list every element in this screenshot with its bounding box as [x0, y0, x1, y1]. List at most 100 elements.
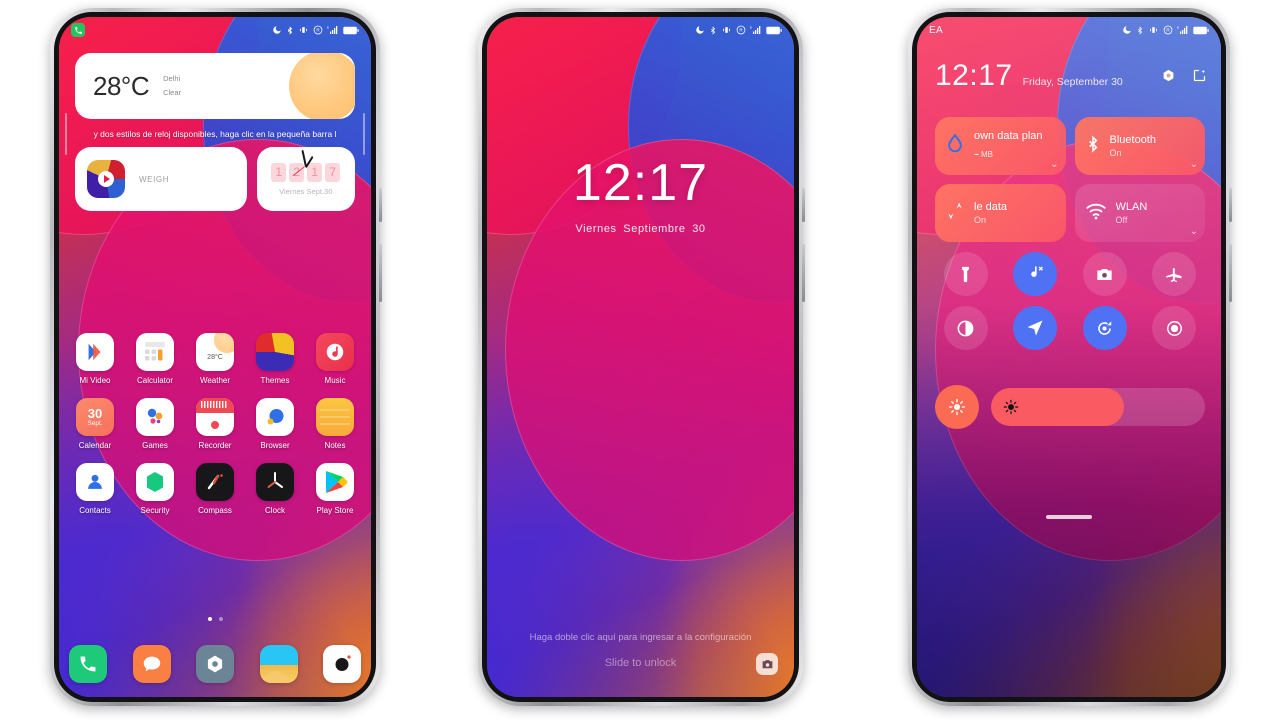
app-label: Mi Video: [79, 376, 111, 385]
app-notes[interactable]: Notes: [309, 398, 361, 450]
messages-icon[interactable]: [132, 645, 171, 683]
roaming-icon: R: [736, 25, 746, 35]
silent-mode-icon[interactable]: [1013, 252, 1058, 296]
settings-icon[interactable]: [196, 645, 234, 683]
clock-widget-date: Viernes Sept.30: [279, 186, 333, 196]
sun-icon: [289, 53, 355, 119]
control-center-toggles: [935, 252, 1205, 350]
battery-icon: [1193, 26, 1209, 34]
lock-clock: 12:17 Viernes Septiembre 30: [487, 157, 794, 235]
volume-button[interactable]: [379, 244, 382, 302]
app-recorder[interactable]: Recorder: [189, 398, 241, 450]
tile-title: own data plan: [974, 130, 1043, 142]
auto-brightness-icon[interactable]: [935, 385, 979, 429]
app-contacts[interactable]: Contacts: [69, 463, 121, 515]
tile-bluetooth[interactable]: Bluetooth On ⌄: [1074, 117, 1205, 175]
lock-settings-hint[interactable]: Haga doble clic aquí para ingresar a la …: [487, 632, 794, 643]
app-label: Security: [140, 506, 170, 515]
calendar-month: Sept.: [87, 420, 103, 427]
power-button[interactable]: [379, 188, 382, 222]
clock-widget[interactable]: 1 2 1 7 Viernes Sept.30: [256, 147, 355, 211]
control-center-drag-handle[interactable]: [1046, 515, 1092, 519]
tile-title: le data: [974, 201, 1008, 213]
tile-expand-icon[interactable]: ⌄: [1190, 159, 1198, 170]
app-clock[interactable]: Clock: [249, 463, 301, 515]
page-dot[interactable]: [218, 617, 223, 621]
tile-data-plan[interactable]: own data plan -- MB ⌄: [935, 117, 1066, 175]
app-themes[interactable]: Themes: [249, 333, 301, 385]
app-play-store[interactable]: Play Store: [309, 463, 361, 515]
dnd-moon-icon: [273, 26, 281, 34]
brightness-control: [935, 385, 1205, 429]
brightness-slider[interactable]: [991, 388, 1205, 426]
flashlight-icon[interactable]: [943, 252, 988, 296]
weather-widget[interactable]: 28°C Delhi Clear: [75, 53, 355, 119]
phone-lock-screen: R E 12:17 Viernes Septiembre 30 Haga dob…: [478, 8, 805, 706]
roaming-icon: R: [1163, 25, 1173, 35]
screenshot-canvas: R E 28°C Delhi Clear y dos estilos de re…: [0, 0, 1280, 720]
hint-bar-right-tick[interactable]: [363, 112, 365, 155]
app-label: Compass: [198, 506, 232, 515]
app-label: Games: [142, 441, 168, 450]
app-label: Music: [324, 376, 346, 385]
app-weather[interactable]: 28°C Weather: [189, 333, 241, 385]
screen-record-icon[interactable]: [1152, 306, 1197, 350]
page-indicator: [59, 617, 371, 621]
widget-hint-bar[interactable]: y dos estilos de reloj disponibles, haga…: [65, 112, 365, 155]
play-store-icon: [316, 463, 354, 501]
calendar-day: 30: [87, 406, 103, 421]
power-button[interactable]: [802, 188, 805, 222]
gallery-icon[interactable]: [259, 645, 298, 683]
page-dot-active[interactable]: [207, 617, 212, 621]
power-button[interactable]: [1229, 188, 1232, 222]
control-center-date: Friday, September 30: [1022, 76, 1123, 88]
app-games[interactable]: Games: [129, 398, 181, 450]
app-label: Notes: [324, 441, 346, 450]
volume-button[interactable]: [1229, 244, 1232, 302]
battery-icon: [343, 26, 359, 34]
contacts-icon: [76, 463, 114, 501]
weigh-widget[interactable]: WEIGH: [75, 147, 247, 211]
app-music[interactable]: Music: [309, 333, 361, 385]
screenshot-icon[interactable]: [1192, 68, 1207, 88]
calculator-icon: [136, 333, 174, 371]
carrier-label: EA: [929, 24, 943, 36]
camera-icon[interactable]: [323, 645, 361, 683]
settings-gear-icon[interactable]: [1161, 68, 1176, 88]
app-label: Browser: [260, 441, 290, 450]
airplane-mode-icon[interactable]: [1152, 252, 1197, 296]
auto-rotate-icon[interactable]: [1082, 306, 1127, 350]
camera-icon[interactable]: [1082, 252, 1127, 296]
signal-bars-icon: E: [1177, 26, 1188, 34]
phone-icon[interactable]: [69, 645, 107, 683]
phone-home-screen: R E 28°C Delhi Clear y dos estilos de re…: [50, 8, 382, 706]
battery-icon: [766, 26, 782, 34]
dark-mode-icon[interactable]: [943, 306, 988, 350]
app-browser[interactable]: Browser: [249, 398, 301, 450]
bluetooth-icon: [1138, 25, 1143, 35]
app-security[interactable]: Security: [129, 463, 181, 515]
app-mi-video[interactable]: Mi Video: [69, 333, 121, 385]
lock-wallpaper: [487, 17, 794, 697]
slide-to-unlock-text[interactable]: Slide to unlock: [487, 657, 794, 669]
tile-mobile-data[interactable]: le data On: [935, 184, 1066, 242]
tile-expand-icon[interactable]: ⌄: [1190, 226, 1198, 237]
hint-bar-left-tick[interactable]: [65, 112, 67, 155]
svg-text:R: R: [1166, 28, 1170, 33]
weather-condition: Clear: [163, 88, 182, 97]
app-calculator[interactable]: Calculator: [129, 333, 181, 385]
compass-icon: [196, 463, 234, 501]
tile-expand-icon[interactable]: ⌄: [1050, 159, 1058, 170]
app-calendar[interactable]: 30 Sept. Calendar: [69, 398, 121, 450]
app-compass[interactable]: Compass: [189, 463, 241, 515]
app-label: Calculator: [136, 376, 173, 385]
tile-sub: --: [974, 149, 979, 159]
phone-call-icon: [71, 23, 85, 37]
camera-icon[interactable]: [756, 653, 778, 675]
control-center-tiles: own data plan -- MB ⌄ Bluetooth On ⌄ le …: [935, 117, 1205, 242]
volume-button[interactable]: [802, 244, 805, 302]
dnd-moon-icon: [696, 26, 704, 34]
tile-title: Bluetooth: [1109, 134, 1156, 146]
location-icon[interactable]: [1013, 306, 1058, 350]
tile-wlan[interactable]: WLAN Off ⌄: [1074, 184, 1205, 242]
